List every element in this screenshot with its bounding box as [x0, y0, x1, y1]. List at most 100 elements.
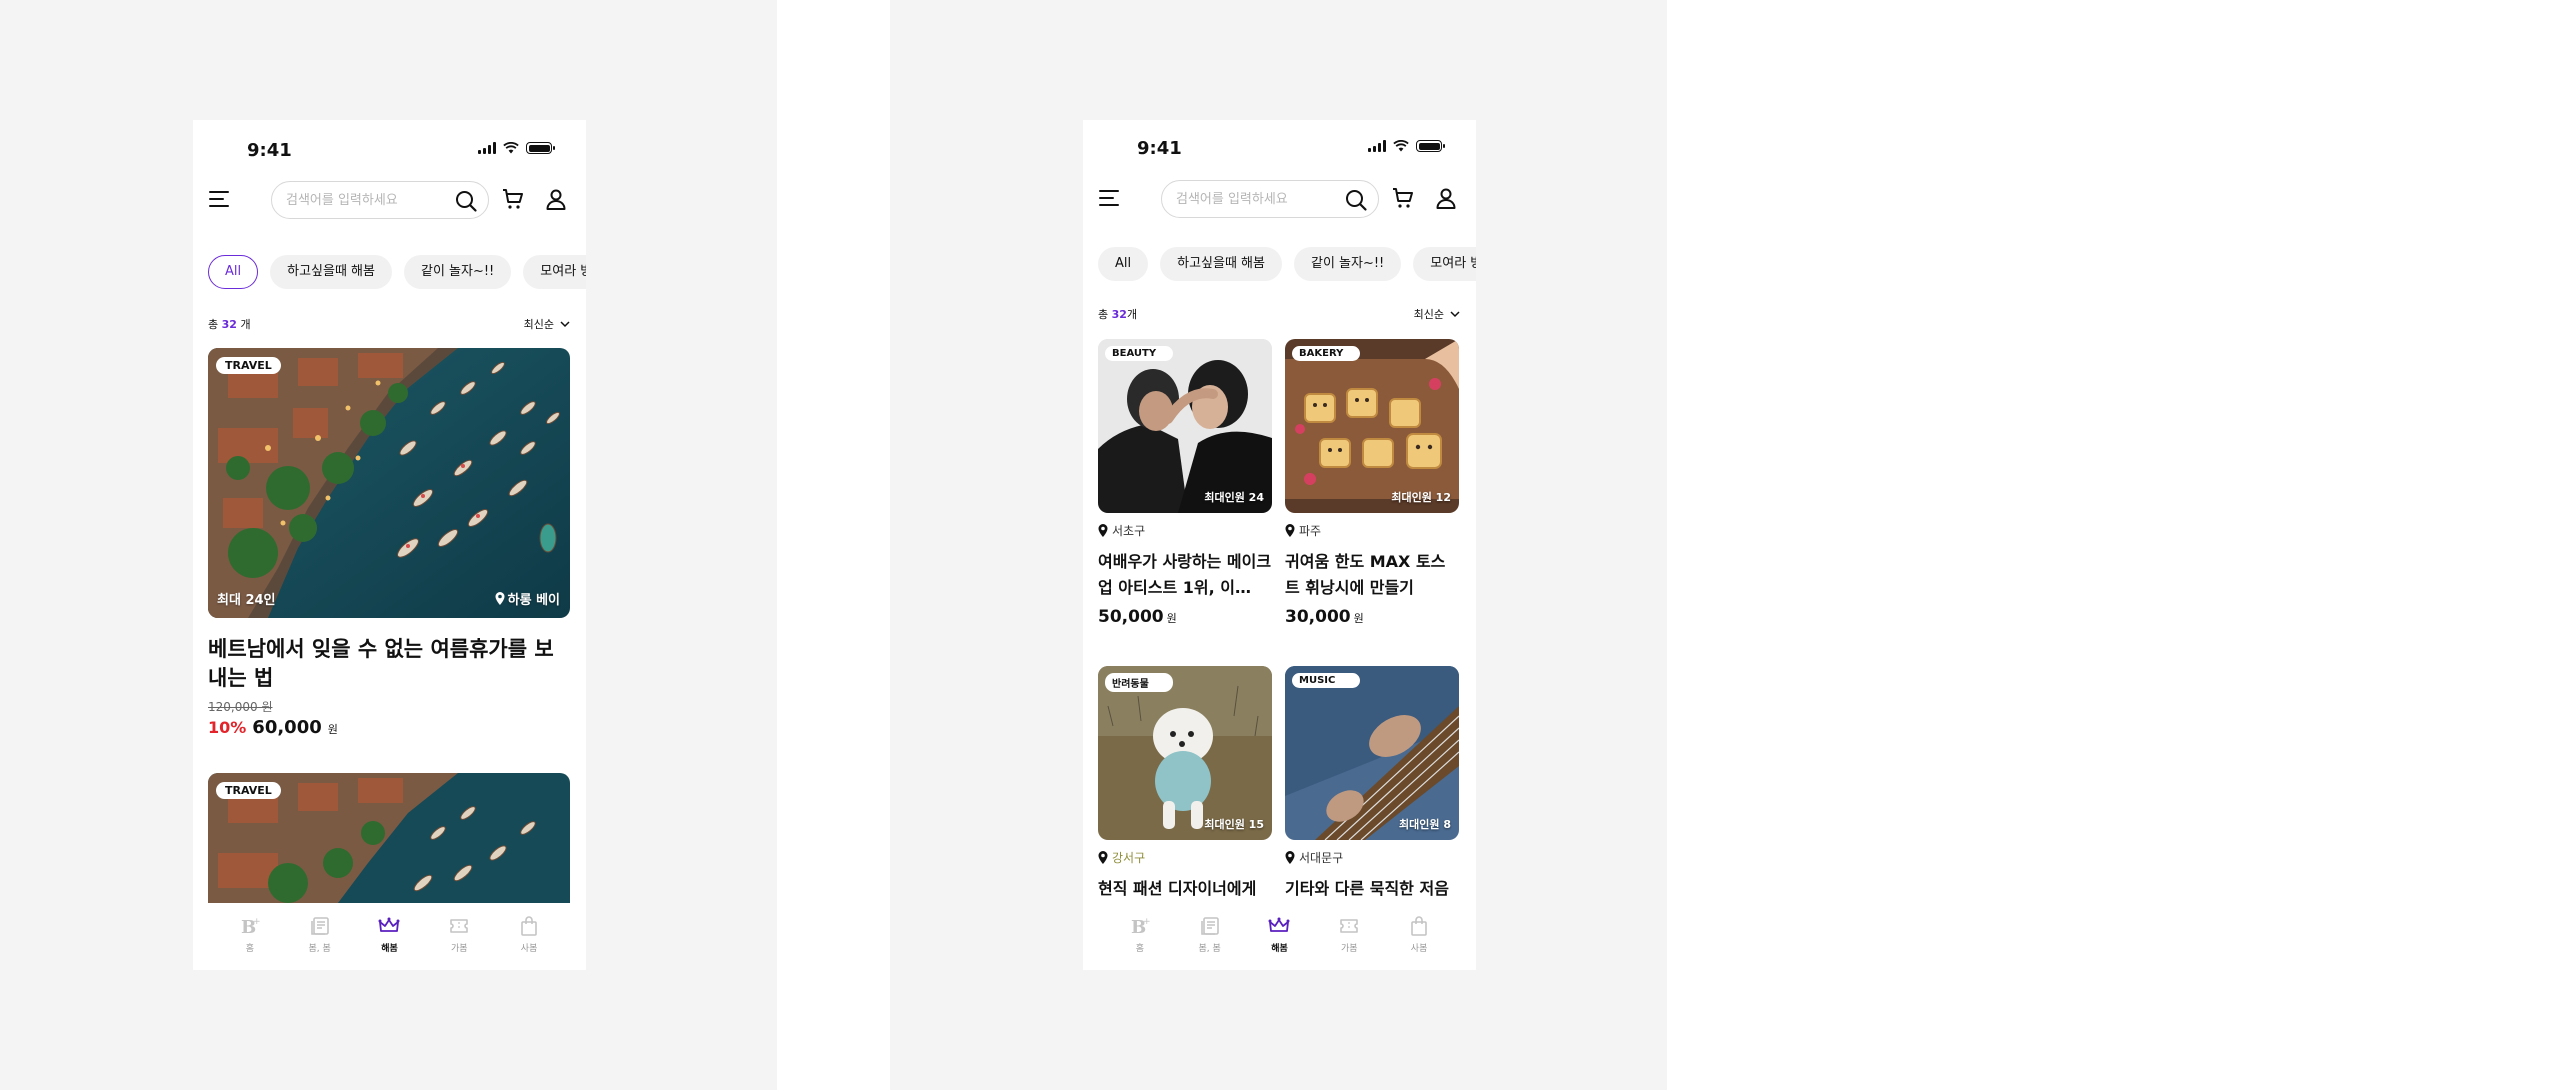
- map-pin-icon: [1098, 524, 1108, 537]
- feature-card-second[interactable]: TRAVEL: [208, 773, 570, 903]
- sort-dropdown[interactable]: 최신순: [1414, 306, 1461, 322]
- cellular-signal-icon: [1368, 140, 1386, 152]
- wifi-icon: [503, 142, 519, 154]
- chip-all[interactable]: All: [1098, 247, 1149, 281]
- phone-screen-grid-view: 9:41 All 하고싶을때 해봄 같이 놀자~!! 모여라 방방 총 32개 …: [1083, 120, 1476, 970]
- capacity-label: 최대인원 8: [1399, 818, 1451, 831]
- category-tag: TRAVEL: [216, 782, 281, 799]
- chip-anytime[interactable]: 하고싶을때 해봄: [270, 255, 392, 289]
- capacity-label: 최대인원 24: [1204, 491, 1264, 504]
- chip-anytime[interactable]: 하고싶을때 해봄: [1160, 247, 1282, 281]
- chip-gather[interactable]: 모여라 방방: [523, 255, 586, 289]
- category-tag: BAKERY: [1292, 346, 1360, 361]
- chip-all[interactable]: All: [208, 255, 259, 289]
- tab-shop[interactable]: 사봄: [506, 905, 552, 970]
- capacity-label: 최대인원 15: [1204, 818, 1264, 831]
- svg-text:+: +: [1143, 917, 1151, 927]
- result-count-row: 총 32개 최신순: [1098, 306, 1461, 324]
- category-tag: TRAVEL: [216, 357, 281, 374]
- card-image-makeup: BEAUTY 최대인원 24: [1098, 339, 1272, 513]
- bag-icon: [1411, 916, 1427, 936]
- bottom-tab-bar: B + 홈 봄, 봄 해봄 가봄 사봄: [1083, 905, 1476, 970]
- card-title: 여배우가 사랑하는 메이크업 아티스트 1위, 이…: [1098, 552, 1272, 597]
- cart-icon[interactable]: [1391, 186, 1415, 210]
- bottom-tab-bar: B + 홈 봄, 봄 해봄 가봄 사봄: [193, 905, 586, 970]
- grid-card[interactable]: 반려동물 최대인원 15 강서구 현직 패션 디자이너에게: [1098, 666, 1272, 902]
- location-row: 서대문구: [1285, 849, 1459, 866]
- category-tag: MUSIC: [1292, 673, 1360, 688]
- wifi-icon: [1393, 140, 1409, 152]
- sort-dropdown[interactable]: 최신순: [524, 316, 571, 332]
- card-price: 30,000 원: [1285, 607, 1364, 627]
- card-price: 50,000 원: [1098, 607, 1177, 627]
- search-input[interactable]: [286, 182, 446, 218]
- ticket-icon: [450, 919, 469, 933]
- crown-icon: [1268, 917, 1290, 932]
- tab-news[interactable]: 봄, 봄: [1187, 905, 1233, 970]
- discount-rate: 10%: [208, 718, 247, 737]
- location-label: 하롱 베이: [495, 589, 560, 608]
- result-count: 32: [1111, 308, 1127, 321]
- search-icon[interactable]: [1344, 188, 1368, 212]
- grid-card[interactable]: BAKERY 최대인원 12 파주 귀여움 한도 MAX 토스트 휘낭시에 만들…: [1285, 339, 1459, 627]
- search-input[interactable]: [1176, 181, 1336, 217]
- sale-price: 60,000: [252, 717, 322, 738]
- search-bar[interactable]: [1161, 180, 1379, 218]
- hamburger-menu-icon[interactable]: [1098, 186, 1122, 210]
- news-icon: [1200, 917, 1219, 935]
- original-price: 120,000 원: [208, 700, 273, 714]
- cart-icon[interactable]: [501, 187, 525, 211]
- top-header: [193, 175, 586, 225]
- user-profile-icon[interactable]: [1434, 186, 1458, 210]
- user-profile-icon[interactable]: [544, 187, 568, 211]
- status-time: 9:41: [247, 140, 292, 161]
- tab-experience[interactable]: 해봄: [366, 905, 412, 970]
- chevron-down-icon: [1450, 311, 1460, 318]
- chip-gather[interactable]: 모여라 방방: [1413, 247, 1476, 281]
- feature-card[interactable]: TRAVEL 최대 24인 하롱 베이 베트남에서 잊을 수 없는 여름휴가를 …: [208, 348, 570, 738]
- tab-home[interactable]: B + 홈: [1117, 905, 1163, 970]
- chevron-down-icon: [560, 321, 570, 328]
- feature-image-river-town: TRAVEL 최대 24인 하롱 베이: [208, 348, 570, 618]
- phone-screen-list-view: 9:41 All 하고싶을때 해봄 같이 놀자~!! 모여라 방방 총 32 개…: [193, 120, 586, 970]
- crown-icon: [378, 917, 400, 932]
- map-pin-icon: [1285, 851, 1295, 864]
- card-image-bass-guitar: MUSIC 최대인원 8: [1285, 666, 1459, 840]
- news-icon: [310, 917, 329, 935]
- location-row: 서초구: [1098, 522, 1272, 539]
- search-icon[interactable]: [454, 189, 478, 213]
- chip-play-together[interactable]: 같이 놀자~!!: [1293, 247, 1402, 281]
- category-chip-row: All 하고싶을때 해봄 같이 놀자~!! 모여라 방방: [208, 255, 586, 289]
- location-row: 강서구: [1098, 849, 1272, 866]
- hamburger-menu-icon[interactable]: [208, 187, 232, 211]
- top-header: [1083, 174, 1476, 224]
- status-bar: 9:41: [1083, 120, 1476, 168]
- feature-title: 베트남에서 잊을 수 없는 여름휴가를 보내는 법: [208, 637, 554, 690]
- category-tag: 반려동물: [1105, 673, 1173, 692]
- tab-home[interactable]: B + 홈: [227, 905, 273, 970]
- price-row: 10% 60,000 원: [208, 717, 338, 738]
- category-tag: BEAUTY: [1105, 346, 1173, 361]
- tab-experience[interactable]: 해봄: [1256, 905, 1302, 970]
- map-pin-icon: [1098, 851, 1108, 864]
- tab-news[interactable]: 봄, 봄: [297, 905, 343, 970]
- grid-card[interactable]: BEAUTY 최대인원 24 서초구 여배우가 사랑하는 메이크업 아티스트 1…: [1098, 339, 1272, 627]
- cellular-signal-icon: [478, 142, 496, 154]
- sort-label: 최신순: [523, 318, 554, 331]
- category-chip-row: All 하고싶을때 해봄 같이 놀자~!! 모여라 방방: [1098, 247, 1476, 281]
- battery-icon: [1416, 140, 1445, 152]
- brand-b-icon: B+: [1131, 917, 1151, 937]
- grid-card[interactable]: MUSIC 최대인원 8 서대문구 기타와 다른 묵직한 저음: [1285, 666, 1459, 902]
- search-bar[interactable]: [271, 181, 489, 219]
- tab-shop[interactable]: 사봄: [1396, 905, 1442, 970]
- svg-text:+: +: [253, 917, 261, 927]
- ticket-icon: [1340, 919, 1359, 933]
- card-title: 귀여움 한도 MAX 토스트 휘낭시에 만들기: [1285, 552, 1446, 597]
- result-count: 32: [221, 318, 237, 331]
- chip-play-together[interactable]: 같이 놀자~!!: [403, 255, 512, 289]
- tab-go[interactable]: 가봄: [1326, 905, 1372, 970]
- tab-go[interactable]: 가봄: [436, 905, 482, 970]
- status-time: 9:41: [1137, 138, 1182, 159]
- location-row: 파주: [1285, 522, 1459, 539]
- brand-b-icon: B+: [241, 917, 261, 937]
